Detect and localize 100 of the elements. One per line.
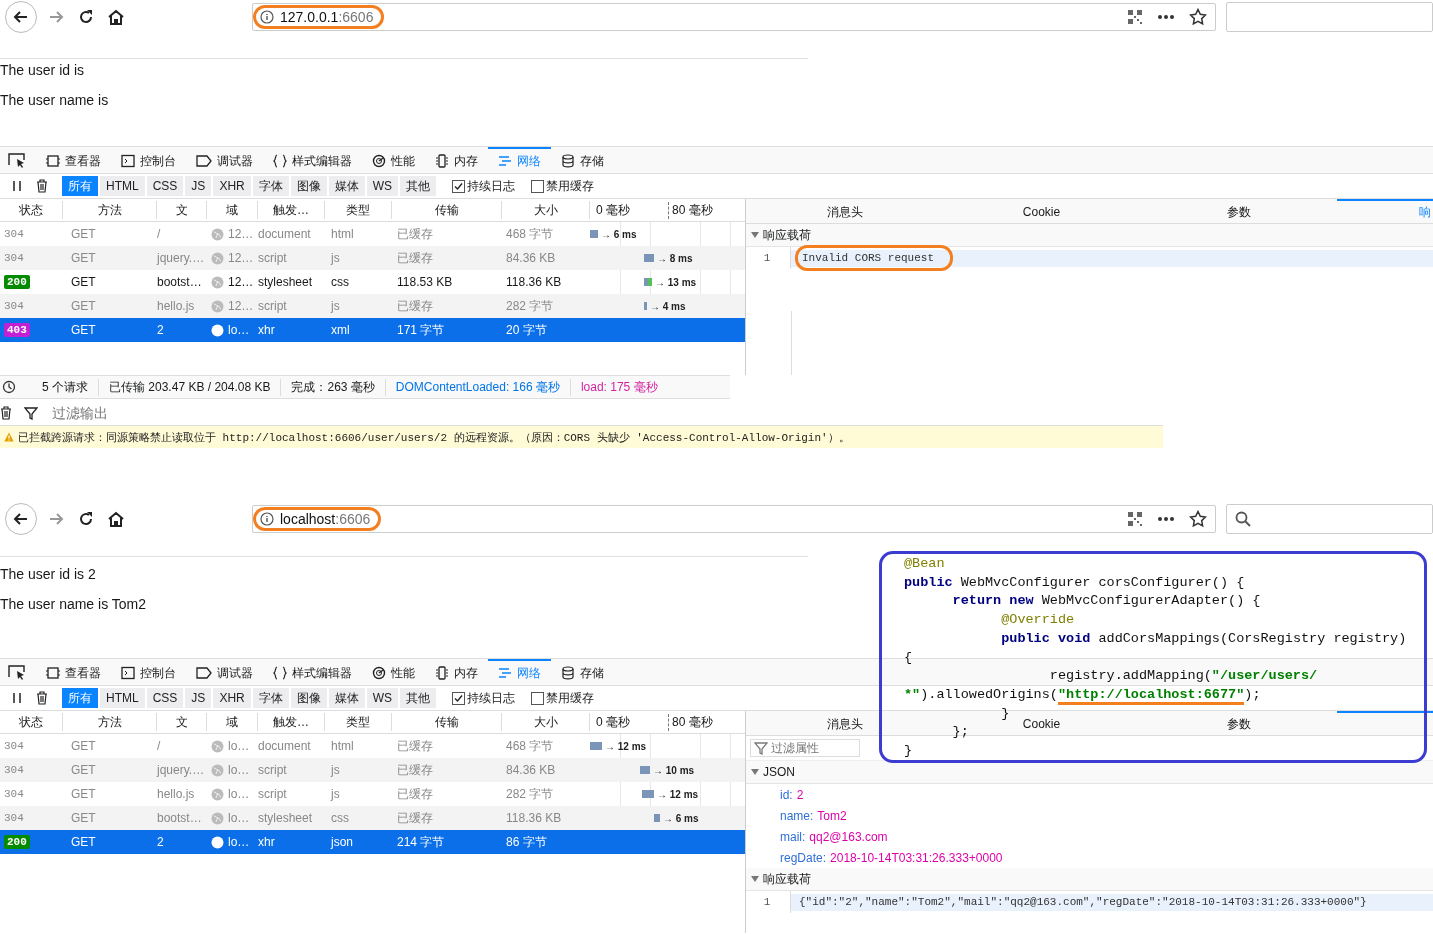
- trash-icon[interactable]: [36, 691, 48, 705]
- pause-icon[interactable]: [12, 692, 22, 704]
- request-row[interactable]: 403 GET 2 lo… xhr xml 171 字节 20 字节: [0, 318, 745, 342]
- filter-button[interactable]: CSS: [146, 688, 184, 708]
- panel-tab[interactable]: 消息头: [816, 711, 873, 735]
- request-row[interactable]: 304 GET / lo… document html 已缓存 468 字节 → 12 ms: [0, 734, 745, 758]
- filter-button[interactable]: 所有: [62, 688, 98, 708]
- checkbox[interactable]: 持续日志: [452, 689, 516, 707]
- qr-code-icon[interactable]: [1127, 9, 1143, 25]
- devtools-tab[interactable]: 性能: [362, 147, 425, 173]
- request-row[interactable]: 304 GET jquery.… lo… script js 已缓存 84.36 KB → 10 ms: [0, 758, 745, 782]
- panel-tab[interactable]: 参数: [1216, 711, 1261, 735]
- timeline-tick: 0 毫秒: [596, 201, 631, 219]
- column-header[interactable]: 文: [175, 713, 188, 731]
- devtools-tab[interactable]: 调试器: [186, 147, 263, 173]
- filter-button[interactable]: JS: [185, 688, 212, 708]
- devtools-tab[interactable]: 控制台: [111, 659, 186, 685]
- trash-icon[interactable]: [0, 406, 12, 420]
- filter-button[interactable]: 其他: [400, 688, 437, 708]
- request-row[interactable]: 304 GET / 12… document html 已缓存 468 字节 → 6 ms: [0, 222, 745, 246]
- column-header[interactable]: 类型: [346, 713, 370, 731]
- devtools-tab[interactable]: 查看器: [36, 659, 111, 685]
- checkbox[interactable]: 禁用缓存: [531, 177, 595, 195]
- filter-button[interactable]: CSS: [146, 176, 184, 196]
- devtools-tab[interactable]: 存储: [551, 147, 614, 173]
- panel-tab[interactable]: 参数: [1216, 199, 1261, 223]
- filter-button[interactable]: 媒体: [328, 176, 365, 196]
- filter-button[interactable]: WS: [366, 176, 399, 196]
- column-header[interactable]: 类型: [346, 201, 370, 219]
- column-header[interactable]: 域: [226, 713, 238, 731]
- section-header[interactable]: 响应载荷: [746, 868, 1433, 891]
- qr-code-icon[interactable]: [1127, 511, 1143, 527]
- column-header[interactable]: 大小: [533, 713, 558, 731]
- column-header[interactable]: 触发…: [273, 201, 309, 219]
- info-icon[interactable]: [260, 10, 274, 24]
- column-header[interactable]: 域: [226, 201, 238, 219]
- address-bar[interactable]: 127.0.0.1:6606: [252, 3, 1216, 31]
- request-row[interactable]: 304 GET bootst… lo… stylesheet css 已缓存 118.36 KB → 6 ms: [0, 806, 745, 830]
- filter-button[interactable]: 图像: [290, 688, 327, 708]
- request-row[interactable]: 200 GET bootst… 12… stylesheet css 118.53 KB 118.36 KB → 13 ms: [0, 270, 745, 294]
- status-text: load: 175 毫秒: [579, 378, 659, 396]
- column-header[interactable]: 状态: [19, 201, 43, 219]
- more-icon[interactable]: [1157, 14, 1175, 20]
- panel-tab[interactable]: Cookie: [1012, 199, 1071, 223]
- performance-icon[interactable]: [0, 380, 18, 394]
- devtools-tab[interactable]: 样式编辑器: [263, 147, 362, 173]
- address-bar[interactable]: localhost:6606: [252, 505, 1216, 533]
- section-header[interactable]: 响应载荷: [746, 224, 1433, 247]
- devtools-tab[interactable]: 内存: [425, 659, 488, 685]
- request-row[interactable]: 304 GET hello.js 12… script js 已缓存 282 字节 → 4 ms: [0, 294, 745, 318]
- checkbox[interactable]: 禁用缓存: [531, 689, 595, 707]
- devtools-tab[interactable]: 存储: [551, 659, 614, 685]
- request-row[interactable]: 304 GET hello.js lo… script js 已缓存 282 字节 → 12 ms: [0, 782, 745, 806]
- devtools-tab[interactable]: 查看器: [36, 147, 111, 173]
- request-row[interactable]: 304 GET jquery.… 12… script js 已缓存 84.36 KB → 8 ms: [0, 246, 745, 270]
- filter-field[interactable]: 过滤属性: [750, 739, 860, 757]
- column-header[interactable]: 触发…: [273, 713, 309, 731]
- request-row[interactable]: 200 GET 2 lo… xhr json 214 字节 86 字节: [0, 830, 745, 854]
- panel-tab[interactable]: 消息头: [816, 199, 873, 223]
- search-field[interactable]: [1226, 504, 1433, 534]
- table-cell: lo…: [228, 323, 250, 337]
- filter-button[interactable]: 其他: [400, 176, 437, 196]
- filter-button[interactable]: XHR: [213, 688, 251, 708]
- filter-button[interactable]: 所有: [62, 176, 98, 196]
- checkbox[interactable]: 持续日志: [452, 177, 516, 195]
- filter-button[interactable]: WS: [366, 688, 399, 708]
- filter-button[interactable]: HTML: [100, 176, 145, 196]
- filter-button[interactable]: 媒体: [328, 688, 365, 708]
- devtools-tab[interactable]: 调试器: [186, 659, 263, 685]
- globe-icon: [211, 811, 224, 825]
- info-icon[interactable]: [260, 512, 274, 526]
- devtools-tab[interactable]: 性能: [362, 659, 425, 685]
- star-icon[interactable]: [1189, 510, 1207, 528]
- devtools-tab[interactable]: 内存: [425, 147, 488, 173]
- column-header[interactable]: 方法: [97, 713, 122, 731]
- column-header[interactable]: 方法: [97, 201, 122, 219]
- devtools-tab[interactable]: 样式编辑器: [263, 659, 362, 685]
- devtools-tab[interactable]: 网络: [488, 147, 551, 173]
- element-picker-icon[interactable]: [8, 664, 26, 680]
- filter-button[interactable]: 字体: [252, 688, 289, 708]
- trash-icon[interactable]: [36, 179, 48, 193]
- devtools-tab[interactable]: 控制台: [111, 147, 186, 173]
- column-header[interactable]: 大小: [533, 201, 558, 219]
- column-header[interactable]: 文: [175, 201, 188, 219]
- more-icon[interactable]: [1157, 516, 1175, 522]
- filter-button[interactable]: JS: [185, 176, 212, 196]
- search-field[interactable]: [1226, 2, 1433, 32]
- filter-button[interactable]: 图像: [290, 176, 327, 196]
- column-header[interactable]: 传输: [434, 201, 459, 219]
- element-picker-icon[interactable]: [8, 152, 26, 168]
- column-header[interactable]: 传输: [434, 713, 459, 731]
- column-header[interactable]: 状态: [19, 713, 43, 731]
- filter-button[interactable]: HTML: [100, 688, 145, 708]
- filter-button[interactable]: 字体: [252, 176, 289, 196]
- filter-button[interactable]: XHR: [213, 176, 251, 196]
- section-header[interactable]: JSON: [746, 761, 1433, 784]
- devtools-tab[interactable]: 网络: [488, 659, 551, 685]
- panel-tab[interactable]: Cookie: [1012, 711, 1071, 735]
- pause-icon[interactable]: [12, 180, 22, 192]
- star-icon[interactable]: [1189, 8, 1207, 26]
